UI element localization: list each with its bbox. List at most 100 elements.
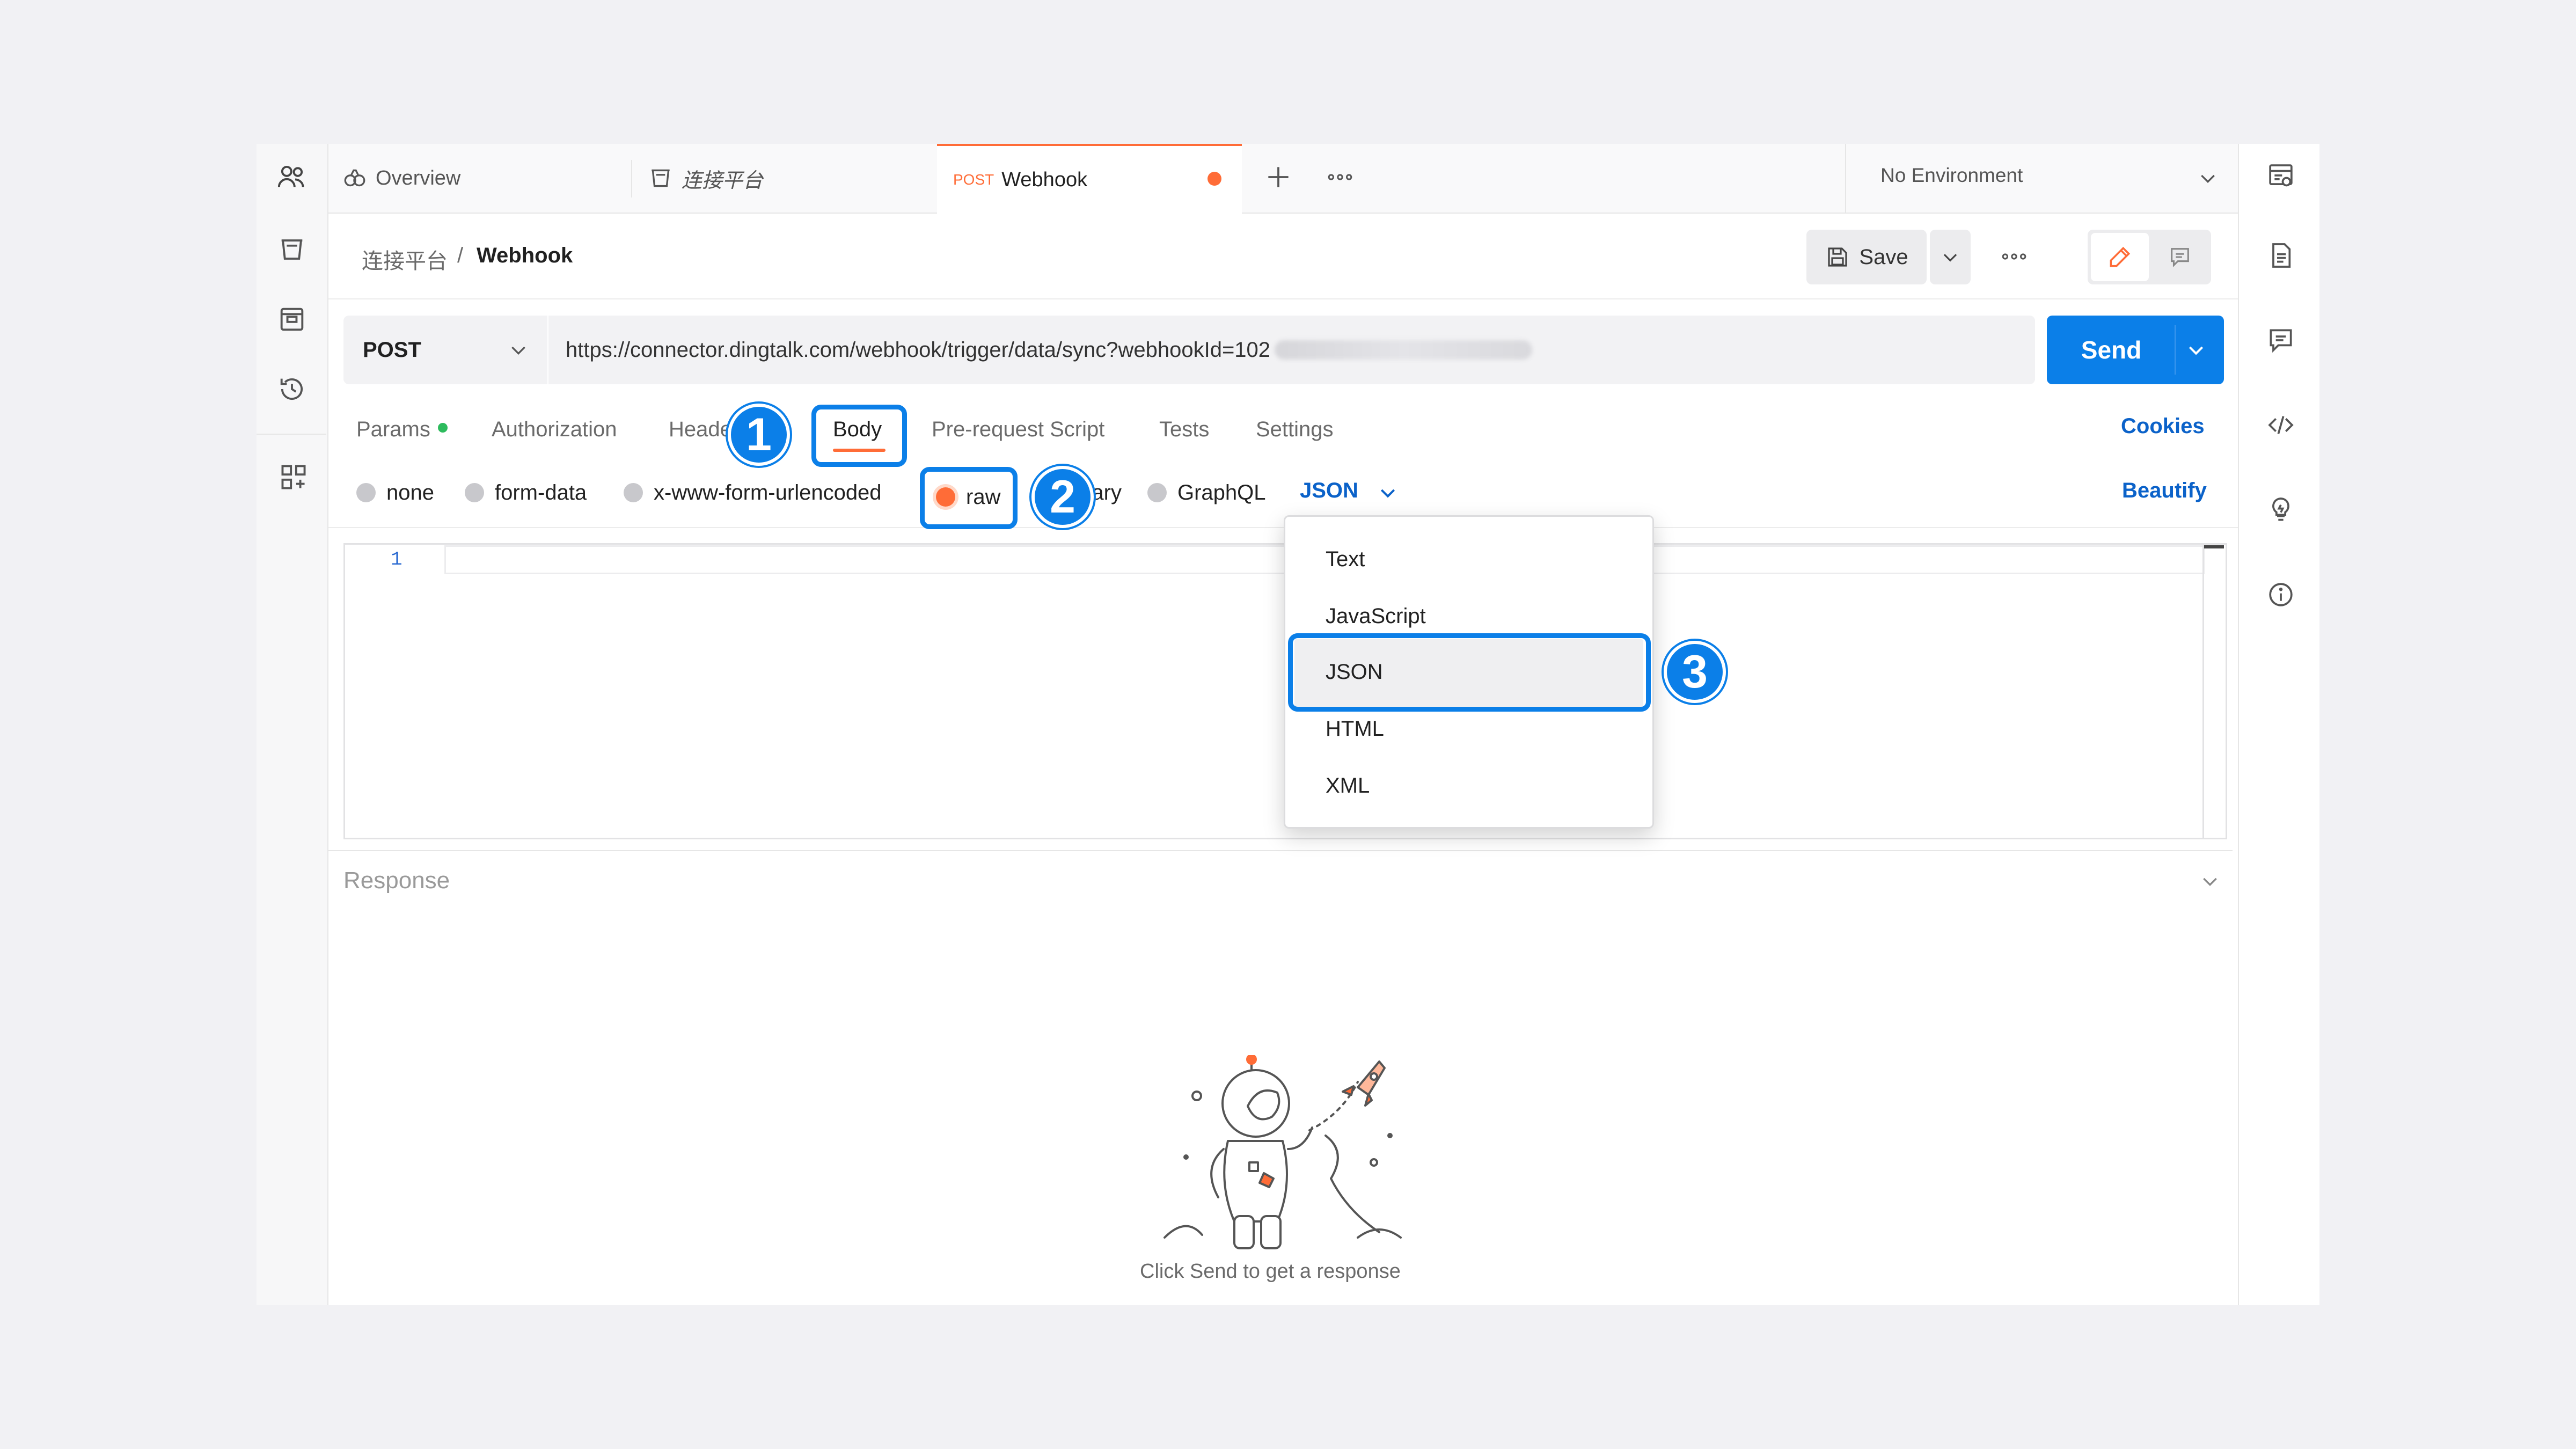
- chevron-down-icon[interactable]: [1377, 482, 1399, 503]
- menu-item-javascript[interactable]: JavaScript: [1326, 600, 1426, 632]
- add-workspace-icon[interactable]: [278, 462, 309, 493]
- radio-graphql-dot: [1147, 483, 1167, 502]
- more-actions-icon[interactable]: [2001, 247, 2028, 266]
- params-indicator-dot: [438, 423, 448, 433]
- tab-webhook-label: Webhook: [1001, 168, 1088, 191]
- edit-mode-button[interactable]: [2091, 233, 2149, 281]
- send-label[interactable]: Send: [2047, 316, 2176, 384]
- collection-icon: [647, 165, 674, 192]
- environments-icon[interactable]: [276, 304, 308, 335]
- tab-collection-label: 连接平台: [682, 169, 764, 192]
- pencil-icon: [2110, 246, 2131, 267]
- comment-mode-button[interactable]: [2153, 233, 2207, 281]
- tab-divider: [631, 160, 632, 197]
- tab-tests[interactable]: Tests: [1159, 413, 1209, 445]
- highlight-json-option: [1288, 633, 1651, 712]
- breadcrumb-current: Webhook: [477, 244, 573, 267]
- documentation-icon[interactable]: [2266, 240, 2296, 270]
- info-icon[interactable]: [2266, 580, 2296, 610]
- save-options-button[interactable]: [1930, 230, 1971, 284]
- radio-form-data[interactable]: form-data: [465, 478, 587, 508]
- tab-overview[interactable]: Overview: [341, 144, 631, 213]
- tab-webhook-active[interactable]: POST Webhook: [937, 144, 1242, 214]
- beautify-link[interactable]: Beautify: [2122, 479, 2207, 503]
- cookies-link[interactable]: Cookies: [2121, 414, 2205, 438]
- format-select[interactable]: JSON: [1300, 479, 1358, 503]
- chevron-down-icon[interactable]: [2197, 167, 2219, 189]
- menu-item-text-label: Text: [1326, 547, 1365, 571]
- radio-graphql-label: GraphQL: [1177, 480, 1266, 504]
- scrollbar-track[interactable]: [2202, 545, 2204, 838]
- chevron-down-icon: [1943, 254, 1957, 262]
- radio-urlencoded-label: x-www-form-urlencoded: [654, 480, 882, 504]
- tab-authorization-label: Authorization: [492, 417, 617, 441]
- tab-params[interactable]: Params: [356, 413, 430, 445]
- chevron-down-icon: [2189, 346, 2204, 355]
- radio-form-data-label: form-data: [495, 480, 587, 504]
- tab-headers-label: Headers: [669, 417, 733, 441]
- radio-none-label: none: [386, 480, 434, 504]
- tab-params-label: Params: [356, 417, 430, 441]
- menu-item-xml-label: XML: [1326, 773, 1370, 797]
- radio-urlencoded-dot: [624, 483, 643, 502]
- line-number: 1: [391, 548, 402, 570]
- comment-icon: [2171, 248, 2189, 268]
- radio-none-dot: [356, 483, 376, 502]
- radio-form-data-dot: [465, 483, 484, 502]
- radio-graphql[interactable]: GraphQL: [1147, 478, 1266, 508]
- menu-item-javascript-label: JavaScript: [1326, 604, 1426, 628]
- team-icon[interactable]: [276, 161, 308, 192]
- tab-settings[interactable]: Settings: [1256, 413, 1334, 445]
- sidebar-divider: [257, 434, 326, 435]
- tab-method-badge: POST: [953, 171, 994, 188]
- save-icon: [1825, 244, 1850, 270]
- environment-selector[interactable]: No Environment: [1880, 164, 2023, 187]
- url-text: https://connector.dingtalk.com/webhook/t…: [566, 338, 1271, 362]
- right-sidebar: [2238, 144, 2319, 1305]
- more-tabs-icon[interactable]: [1327, 167, 1353, 187]
- scrollbar-thumb[interactable]: [2202, 545, 2224, 548]
- tab-authorization[interactable]: Authorization: [492, 413, 617, 445]
- collections-icon[interactable]: [276, 234, 308, 265]
- header-divider: [328, 298, 2238, 299]
- save-label: Save: [1859, 245, 1908, 269]
- callout-3: 3: [1664, 641, 1726, 703]
- tab-settings-label: Settings: [1256, 417, 1334, 441]
- tab-collection[interactable]: 连接平台: [647, 144, 937, 213]
- comments-icon[interactable]: [2266, 325, 2296, 355]
- callout-2: 2: [1031, 466, 1094, 528]
- response-divider: [328, 850, 2233, 851]
- url-redaction: [1275, 340, 1533, 360]
- tab-headers[interactable]: Headers: [669, 413, 733, 445]
- radio-x-www-form-urlencoded[interactable]: x-www-form-urlencoded: [624, 478, 882, 508]
- env-divider: [1845, 144, 1846, 213]
- menu-item-xml[interactable]: XML: [1326, 770, 1370, 802]
- breadcrumb-parent[interactable]: 连接平台: [362, 244, 448, 275]
- highlight-body-tab: [811, 405, 907, 467]
- tab-pre-request-script-label: Pre-request Script: [932, 417, 1105, 441]
- method-label: POST: [363, 338, 421, 362]
- environment-quicklook-icon[interactable]: [2266, 161, 2296, 191]
- menu-item-html-label: HTML: [1326, 716, 1384, 741]
- unsaved-dot[interactable]: [1208, 172, 1221, 186]
- send-divider: [2175, 325, 2176, 375]
- radio-none[interactable]: none: [356, 478, 434, 508]
- menu-item-text[interactable]: Text: [1326, 543, 1365, 575]
- chevron-down-icon[interactable]: [508, 339, 529, 361]
- code-icon[interactable]: [2266, 410, 2296, 440]
- response-title[interactable]: Response: [343, 867, 450, 894]
- save-button[interactable]: Save: [1806, 230, 1927, 284]
- url-input[interactable]: https://connector.dingtalk.com/webhook/t…: [548, 316, 2035, 384]
- history-icon[interactable]: [276, 374, 308, 405]
- new-tab-icon[interactable]: [1263, 162, 1293, 192]
- chevron-down-icon[interactable]: [2199, 870, 2221, 892]
- lightbulb-icon[interactable]: [2266, 495, 2296, 525]
- body-divider: [328, 527, 2238, 528]
- breadcrumb-separator: /: [457, 244, 464, 267]
- overview-icon: [341, 165, 368, 192]
- menu-item-html[interactable]: HTML: [1326, 713, 1384, 745]
- send-options-button[interactable]: [2185, 339, 2207, 361]
- highlight-raw-radio: [920, 467, 1018, 529]
- tab-pre-request-script[interactable]: Pre-request Script: [932, 413, 1104, 445]
- tab-tests-label: Tests: [1159, 417, 1210, 441]
